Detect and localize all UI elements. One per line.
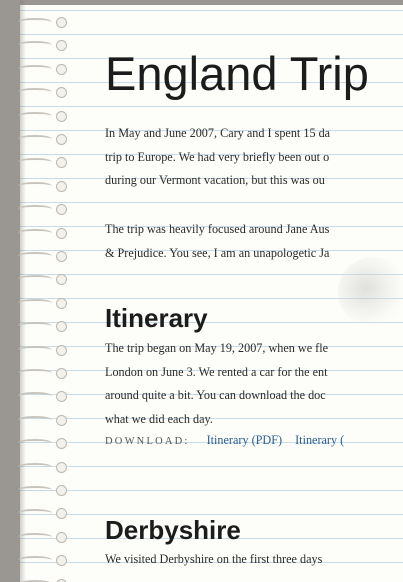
ring-wire: [18, 486, 52, 494]
ring-wire: [18, 345, 52, 354]
ring-hole: [56, 157, 67, 169]
spiral-ring: [14, 384, 74, 406]
browser-viewport: England Trip In May and June 2007, Cary …: [0, 0, 403, 582]
ring-wire: [18, 439, 52, 447]
ring-wire: [18, 111, 52, 120]
ring-hole: [56, 40, 67, 52]
intro-line: In May and June 2007, Cary and I spent 1…: [105, 126, 331, 140]
spiral-ring: [14, 478, 74, 500]
intro-line: during our Vermont vacation, but this wa…: [105, 173, 325, 187]
ring-hole: [56, 438, 67, 450]
spiral-ring: [14, 150, 74, 172]
notebook-spiral: [14, 10, 74, 582]
itinerary-line: around quite a bit. You can download the…: [105, 388, 326, 402]
itinerary-line: London on June 3. We rented a car for th…: [105, 364, 328, 379]
spiral-ring: [14, 267, 74, 289]
spiral-ring: [14, 10, 74, 32]
spiral-ring: [14, 221, 74, 243]
ring-hole: [56, 110, 67, 122]
itinerary-alt-link[interactable]: Itinerary (: [295, 433, 344, 447]
intro-line: trip to Europe. We had very briefly been…: [105, 149, 330, 164]
ring-wire: [18, 509, 52, 517]
ring-wire: [18, 252, 52, 260]
ring-hole: [56, 344, 67, 356]
spiral-ring: [14, 174, 74, 196]
ring-wire: [18, 322, 52, 330]
ring-hole: [56, 227, 67, 239]
ring-wire: [18, 415, 52, 424]
ring-hole: [56, 555, 67, 567]
spiral-ring: [14, 244, 74, 266]
itinerary-line: The trip began on May 19, 2007, when we …: [105, 341, 329, 355]
ring-hole: [56, 251, 67, 262]
ring-wire: [18, 205, 52, 213]
ring-wire: [18, 298, 52, 307]
ring-wire: [18, 392, 52, 400]
ring-wire: [18, 88, 52, 96]
focus-line: & Prejudice. You see, I am an unapologet…: [105, 245, 330, 260]
intro-paragraph: In May and June 2007, Cary and I spent 1…: [105, 122, 330, 193]
ring-wire: [18, 135, 52, 143]
ring-hole: [56, 531, 67, 543]
ring-hole: [56, 391, 67, 403]
spiral-ring: [14, 127, 74, 149]
ring-hole: [56, 578, 67, 582]
spiral-ring: [14, 57, 74, 79]
ring-wire: [18, 556, 52, 564]
download-label: DOWNLOAD:: [105, 436, 190, 447]
ring-hole: [56, 134, 67, 145]
spiral-ring: [14, 33, 74, 55]
ring-wire: [18, 275, 52, 283]
ring-wire: [18, 532, 52, 541]
ring-hole: [56, 180, 67, 192]
spiral-ring: [14, 455, 74, 477]
itinerary-heading: Itinerary: [105, 303, 208, 333]
ring-wire: [18, 18, 52, 26]
ring-wire: [18, 462, 52, 471]
spiral-ring: [14, 197, 74, 219]
ring-hole: [56, 204, 67, 216]
spiral-ring: [14, 548, 74, 570]
derbyshire-line: We visited Derbyshire on the first three…: [105, 552, 323, 566]
itinerary-paragraph: The trip began on May 19, 2007, when we …: [105, 337, 328, 431]
ring-hole: [56, 414, 67, 426]
ring-hole: [56, 17, 67, 28]
ring-hole: [56, 87, 67, 99]
spiral-ring: [14, 525, 74, 547]
focus-line: The trip was heavily focused around Jane…: [105, 222, 330, 236]
itinerary-pdf-link[interactable]: Itinerary (PDF): [207, 433, 282, 447]
derbyshire-heading: Derbyshire: [105, 515, 241, 545]
ring-hole: [56, 274, 67, 286]
download-links: DOWNLOAD: Itinerary (PDF) Itinerary (: [105, 430, 354, 452]
ring-hole: [56, 368, 67, 379]
spiral-ring: [14, 431, 74, 453]
ring-wire: [18, 181, 52, 190]
itinerary-line: what we did each day.: [105, 411, 213, 426]
page-title: England Trip: [105, 47, 369, 100]
ring-hole: [56, 461, 67, 473]
ring-wire: [18, 228, 52, 237]
ring-wire: [18, 158, 52, 166]
ring-hole: [56, 321, 67, 333]
spiral-ring: [14, 80, 74, 102]
derbyshire-paragraph: We visited Derbyshire on the first three…: [105, 548, 322, 572]
spiral-ring: [14, 408, 74, 430]
ring-wire: [18, 41, 52, 49]
ring-hole: [56, 63, 67, 75]
spiral-ring: [14, 314, 74, 336]
spiral-ring: [14, 572, 74, 582]
spiral-ring: [14, 104, 74, 126]
spiral-ring: [14, 291, 74, 313]
spiral-ring: [14, 501, 74, 523]
coffee-stain: [338, 257, 403, 327]
ring-hole: [56, 508, 67, 520]
ring-hole: [56, 297, 67, 309]
spiral-ring: [14, 338, 74, 360]
ring-hole: [56, 485, 67, 496]
spiral-ring: [14, 361, 74, 383]
ring-wire: [18, 369, 52, 377]
ring-wire: [18, 64, 52, 73]
focus-paragraph: The trip was heavily focused around Jane…: [105, 218, 329, 265]
